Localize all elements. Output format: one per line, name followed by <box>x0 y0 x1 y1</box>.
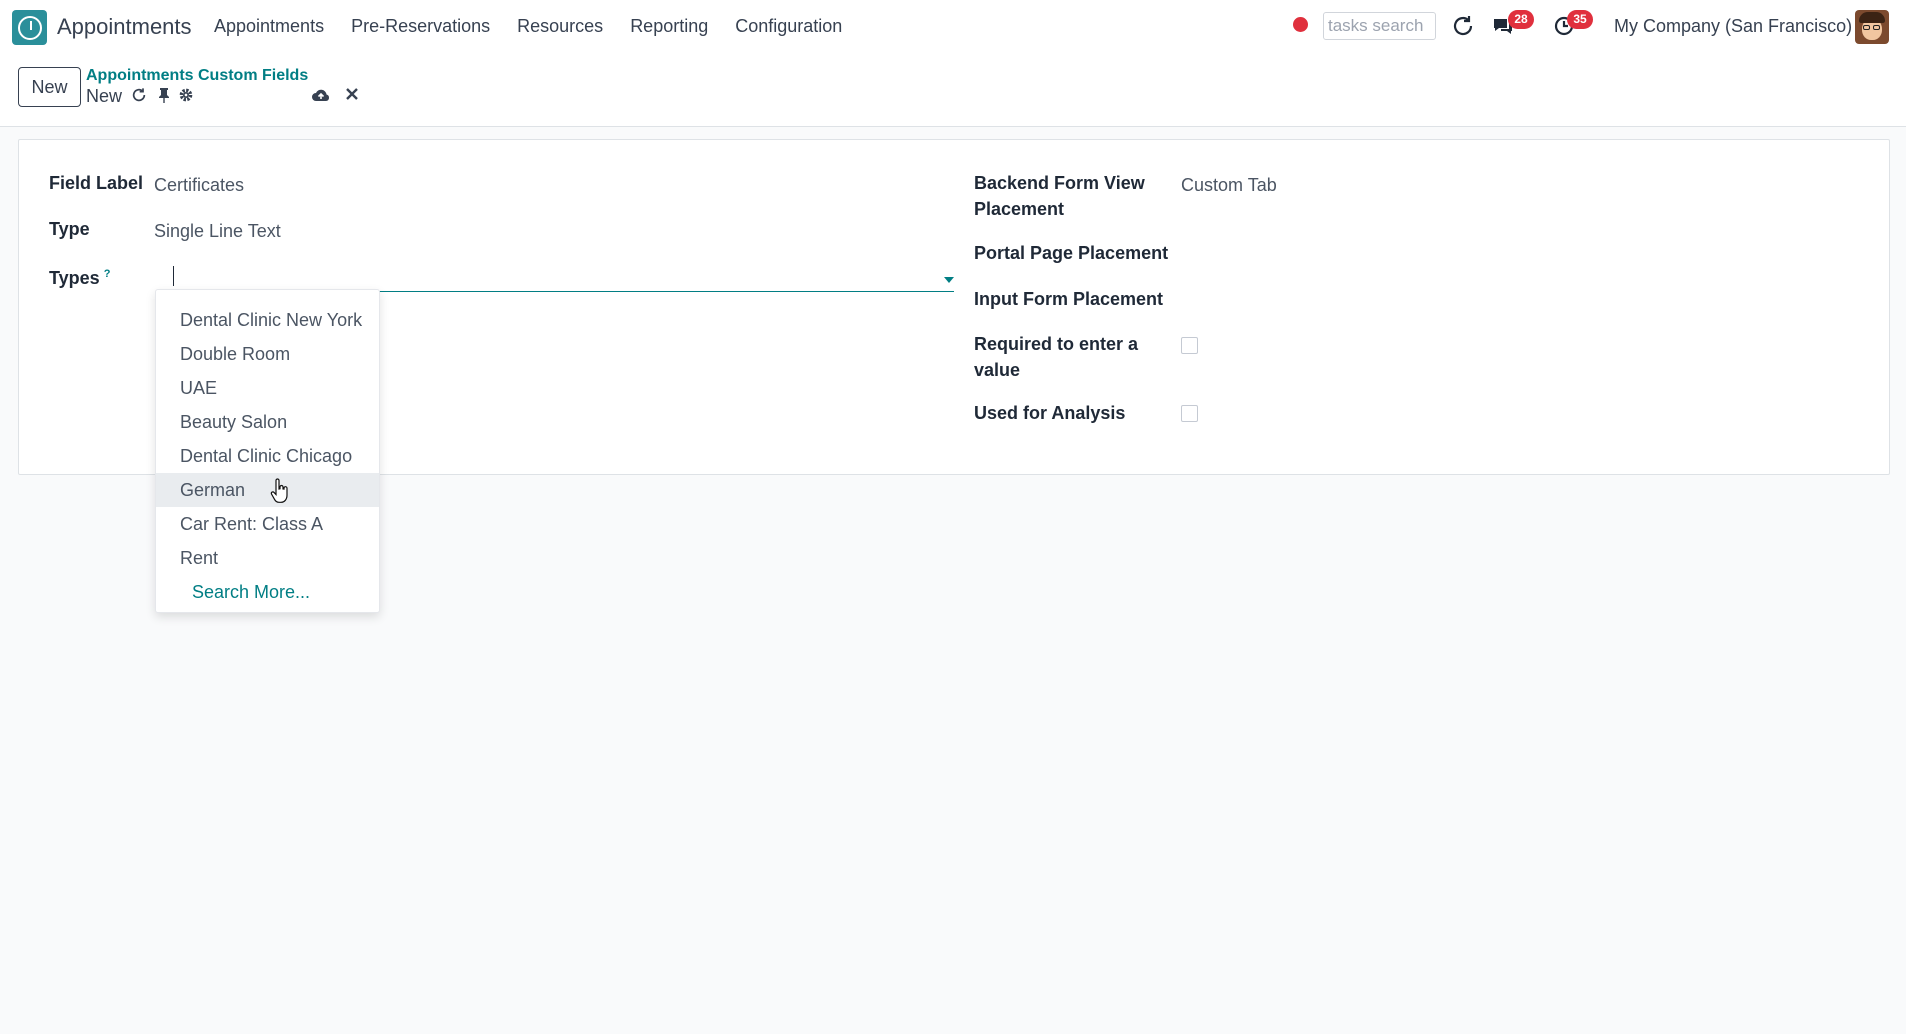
used-for-analysis-label: Used for Analysis <box>974 403 1126 423</box>
backend-placement-label: Backend Form View Placement <box>974 170 1145 222</box>
menu-reporting[interactable]: Reporting <box>630 16 708 37</box>
top-navbar: Appointments Appointments Pre-Reservatio… <box>0 0 1906 53</box>
required-label: Required to enter a value <box>974 331 1138 383</box>
dropdown-option[interactable]: Beauty Salon <box>156 405 379 439</box>
portal-placement-label: Portal Page Placement <box>974 243 1169 263</box>
dropdown-option[interactable]: Dental Clinic Chicago <box>156 439 379 473</box>
refresh-record-icon[interactable] <box>130 87 148 107</box>
menu-resources[interactable]: Resources <box>517 16 603 37</box>
types-input[interactable] <box>172 262 954 292</box>
type-value[interactable]: Single Line Text <box>154 218 281 244</box>
pin-icon[interactable] <box>155 87 173 107</box>
menu-configuration[interactable]: Configuration <box>735 16 842 37</box>
user-avatar[interactable] <box>1855 10 1889 44</box>
menu-appointments[interactable]: Appointments <box>214 16 324 37</box>
dropdown-option[interactable]: Dental Clinic New York <box>156 303 379 337</box>
used-for-analysis-checkbox[interactable] <box>1181 405 1198 422</box>
main-menu: Appointments Pre-Reservations Resources … <box>214 16 869 37</box>
company-switcher[interactable]: My Company (San Francisco) <box>1614 16 1852 37</box>
appointments-app-icon[interactable] <box>12 10 47 45</box>
dropdown-option[interactable]: Double Room <box>156 337 379 371</box>
breadcrumb-custom-fields[interactable]: Appointments Custom Fields <box>86 67 308 85</box>
record-name: New <box>86 86 123 106</box>
backend-placement-value[interactable]: Custom Tab <box>1181 172 1277 198</box>
backend-placement-label-line2: Placement <box>974 199 1065 219</box>
portal-placement-value[interactable] <box>1181 240 1581 266</box>
text-caret <box>173 266 174 286</box>
dropdown-option[interactable]: Car Rent: Class A <box>156 507 379 541</box>
types-label-text: Types <box>49 268 100 288</box>
gear-icon[interactable] <box>177 87 195 107</box>
input-placement-value[interactable] <box>1181 286 1581 312</box>
field-label-value[interactable]: Certificates <box>154 172 244 198</box>
control-panel: New Appointments Custom Fields New <box>0 53 1906 127</box>
record-dot-icon[interactable] <box>1293 17 1308 32</box>
dropdown-option[interactable]: Rent <box>156 541 379 575</box>
backend-placement-label-line1: Backend Form View <box>974 173 1145 193</box>
messages-badge: 28 <box>1508 10 1534 29</box>
dropdown-option-highlighted[interactable]: German <box>156 473 379 507</box>
refresh-icon[interactable] <box>1451 14 1475 38</box>
types-label: Types? <box>49 261 110 291</box>
types-autocomplete-dropdown: Dental Clinic New York Double Room UAE B… <box>155 289 380 613</box>
required-label-line1: Required to enter a <box>974 334 1139 354</box>
type-label: Type <box>49 219 90 239</box>
dropdown-option[interactable]: UAE <box>156 371 379 405</box>
input-placement-label: Input Form Placement <box>974 289 1164 309</box>
discard-close-icon[interactable] <box>343 87 361 107</box>
hand-pointer-icon <box>270 478 290 504</box>
save-cloud-icon[interactable] <box>310 87 332 107</box>
field-label-label: Field Label <box>49 173 144 193</box>
search-more-link[interactable]: Search More... <box>156 575 379 609</box>
app-name[interactable]: Appointments <box>57 14 192 40</box>
required-checkbox[interactable] <box>1181 337 1198 354</box>
required-label-line2: value <box>974 360 1021 380</box>
menu-pre-reservations[interactable]: Pre-Reservations <box>351 16 490 37</box>
tasks-search-input[interactable] <box>1323 12 1436 40</box>
activities-badge: 35 <box>1567 10 1593 29</box>
types-help-tooltip[interactable]: ? <box>104 268 111 280</box>
new-button[interactable]: New <box>18 67 81 107</box>
types-dropdown-arrow-icon[interactable] <box>944 277 954 283</box>
